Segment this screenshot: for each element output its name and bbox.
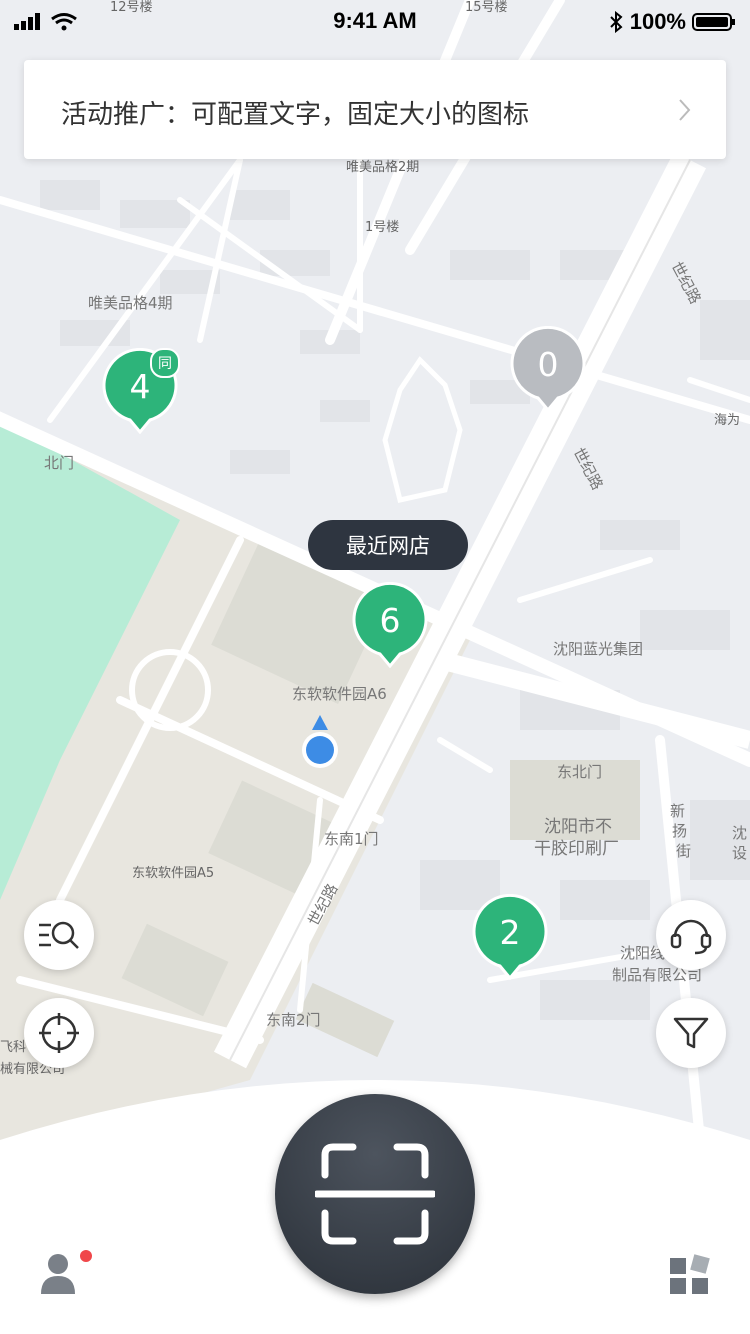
user-button[interactable]	[38, 1250, 94, 1300]
apps-icon	[670, 1254, 710, 1294]
scan-icon	[315, 1143, 435, 1245]
map-label-factory-2: 干胶印刷厂	[534, 839, 619, 859]
headset-icon	[670, 919, 712, 955]
customer-service-button[interactable]	[656, 900, 726, 970]
map-label-xinyang-1: 新	[670, 802, 686, 820]
map-label-a6: 东软软件园A6	[292, 685, 387, 703]
battery-icon	[692, 13, 735, 31]
map-label-edge-right-2: 设	[732, 844, 748, 862]
store-pin-count: 0	[537, 344, 559, 384]
battery-group: 100%	[608, 9, 736, 35]
scan-button[interactable]	[275, 1094, 475, 1294]
map-label-xinyang-2: 扬	[672, 822, 688, 840]
search-list-button[interactable]	[24, 900, 94, 970]
map-label-building1: 1号楼	[365, 220, 400, 235]
map-label-languang: 沈阳蓝光集团	[553, 640, 644, 658]
map-label-southeast1: 东南1门	[324, 830, 379, 848]
store-pin[interactable]: 0	[510, 325, 586, 413]
map-label-edge-right-1: 沈	[732, 824, 748, 842]
search-list-icon	[39, 921, 79, 949]
map-label-northeast: 东北门	[557, 763, 603, 781]
battery-percent: 100%	[629, 9, 686, 34]
apps-button[interactable]	[668, 1254, 714, 1300]
status-bar: 9:41 AM 100%	[0, 0, 750, 44]
map-label-weimei4: 唯美品格4期	[88, 294, 173, 312]
store-pin-count: 2	[499, 912, 521, 952]
bluetooth-icon	[610, 11, 623, 33]
store-pin[interactable]: 6	[352, 581, 428, 669]
map-label-southeast2: 东南2门	[266, 1011, 321, 1029]
map-label-beimen: 北门	[44, 454, 75, 472]
map-label-a5: 东软软件园A5	[132, 866, 215, 881]
map-label-xinyang-3: 街	[676, 842, 692, 860]
store-pin[interactable]: 4 同	[102, 347, 180, 435]
nearest-store-tip[interactable]: 最近网店	[308, 520, 468, 570]
map-label-haiwei: 海为	[714, 413, 741, 428]
promo-banner-text: 活动推广：可配置文字，固定大小的图标	[61, 100, 530, 130]
promo-banner[interactable]: 活动推广：可配置文字，固定大小的图标	[24, 60, 726, 159]
store-pin-badge: 同	[150, 348, 180, 378]
store-pin[interactable]: 2	[472, 893, 548, 981]
chevron-right-icon	[679, 99, 691, 121]
store-pin-count: 6	[379, 600, 401, 640]
user-icon	[41, 1250, 92, 1294]
